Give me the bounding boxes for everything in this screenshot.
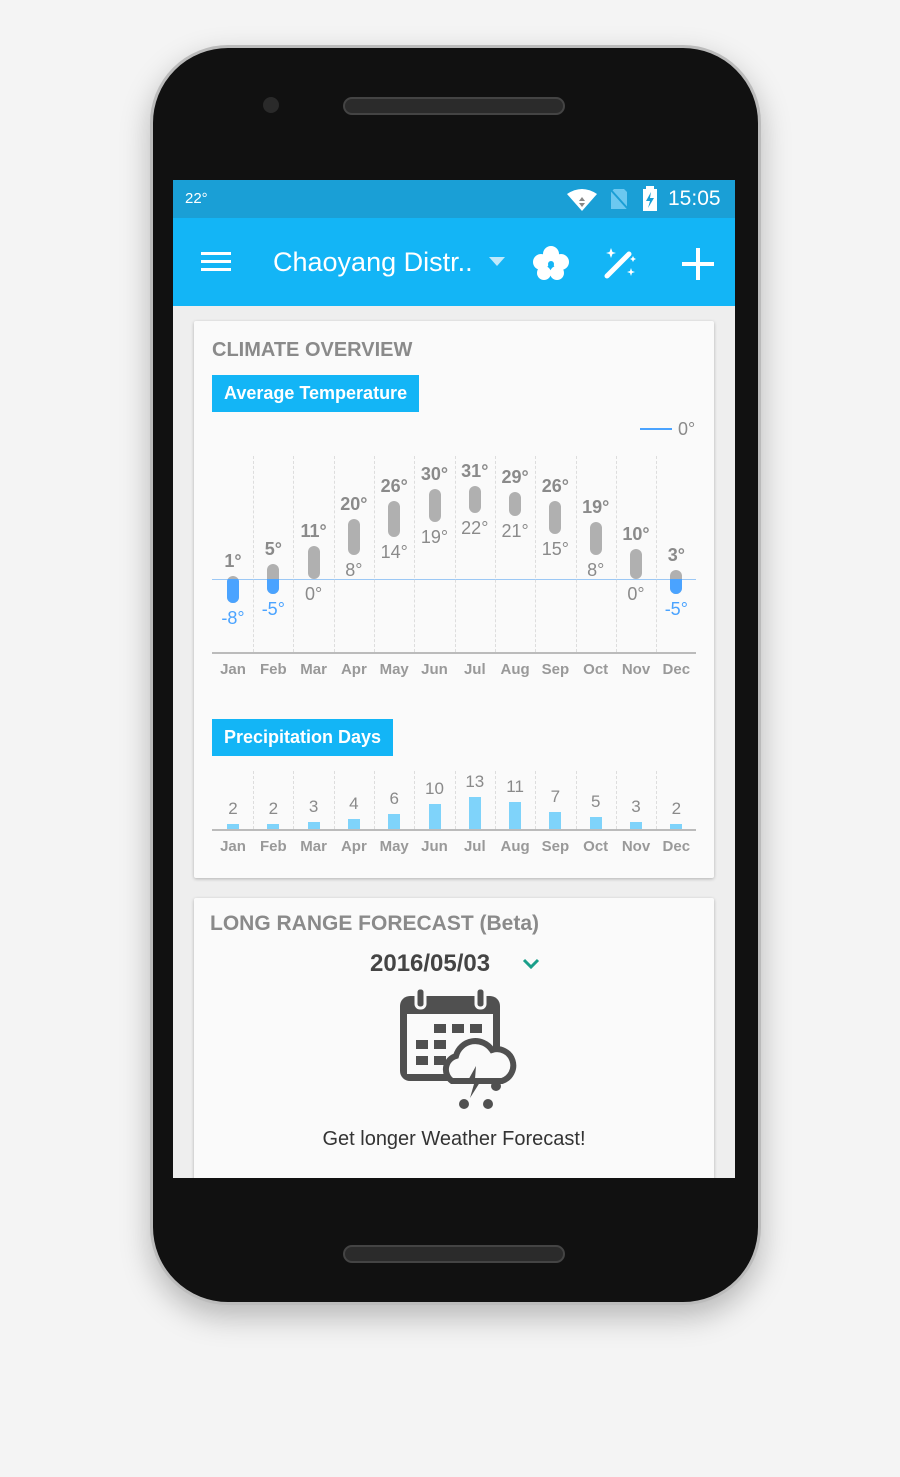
month-label: Jul	[463, 661, 486, 678]
grid-line	[293, 456, 295, 652]
high-label: 10°	[622, 524, 650, 544]
climate-overview-card: CLIMATE OVERVIEW Average Temperature 0° …	[194, 321, 714, 878]
below-zero-segment	[267, 579, 280, 594]
month-label: Jun	[421, 661, 448, 678]
month-label: Aug	[500, 838, 530, 855]
month-label: Aug	[500, 661, 530, 678]
precip-bar	[267, 824, 280, 829]
temp-bar	[630, 549, 642, 579]
precip-axis	[212, 829, 696, 831]
temp-bar	[549, 501, 562, 534]
magic-wand-icon[interactable]	[603, 246, 637, 280]
month-label: Apr	[340, 661, 367, 678]
high-label: 5°	[264, 539, 282, 559]
month-label: Feb	[259, 661, 287, 678]
high-label: 19°	[582, 497, 610, 517]
precip-bar	[549, 811, 562, 829]
speaker-bottom	[343, 1245, 565, 1263]
precip-bar	[670, 824, 683, 829]
precip-bar	[468, 796, 481, 829]
temp-bar	[227, 576, 239, 603]
toolbar: Chaoyang Distr..	[173, 218, 735, 306]
temp-bar	[428, 489, 441, 522]
add-icon[interactable]	[681, 247, 715, 281]
month-label: Mar	[300, 838, 327, 855]
precip-bar	[428, 804, 441, 829]
menu-icon[interactable]	[201, 251, 231, 273]
forecast-title: LONG RANGE FORECAST (Beta)	[210, 912, 540, 935]
month-label: Dec	[662, 661, 691, 678]
temp-bar	[589, 522, 602, 555]
month-label: Jan	[220, 661, 246, 678]
month-label: Oct	[583, 838, 609, 855]
month-label: Feb	[259, 838, 287, 855]
precip-bar	[307, 821, 320, 829]
low-label: -5°	[664, 599, 688, 619]
month-label: Mar	[300, 661, 327, 678]
temp-bar	[307, 546, 320, 579]
high-label: 20°	[340, 494, 368, 514]
month-label: Jan	[220, 838, 246, 855]
month-label: Sep	[541, 661, 570, 678]
clover-icon[interactable]	[533, 246, 569, 280]
high-label: 3°	[667, 545, 685, 565]
status-bar: 22° 15:05	[173, 180, 735, 218]
precip-bar	[589, 816, 602, 829]
screen: 22° 15:05 Chaoyang Distr.. CLIMATE OVERV…	[173, 180, 735, 1178]
month-label: Apr	[340, 838, 367, 855]
speaker-top	[343, 97, 565, 115]
wifi-icon	[567, 189, 597, 211]
precip-bar	[388, 814, 401, 829]
low-label: 15°	[541, 539, 569, 559]
month-label: Jul	[463, 838, 486, 855]
month-label: Sep	[541, 838, 570, 855]
precip-bar	[227, 824, 239, 829]
calendar-storm-icon	[400, 986, 517, 1109]
month-label: Nov	[621, 838, 651, 855]
below-zero-segment	[227, 579, 239, 603]
battery-charging-icon	[643, 186, 657, 211]
temp-bar	[267, 564, 280, 594]
grid-line	[575, 456, 577, 652]
camera	[263, 97, 279, 113]
month-label: Oct	[583, 661, 609, 678]
grid-line	[333, 456, 335, 652]
precip-bar	[509, 801, 522, 829]
precip-label: 2	[671, 799, 682, 818]
forecast-date[interactable]: 2016/05/03	[370, 950, 490, 978]
temp-bar	[468, 486, 481, 513]
month-label: Dec	[662, 838, 691, 855]
month-label: May	[379, 661, 409, 678]
month-label: Nov	[621, 661, 651, 678]
grid-line	[414, 456, 416, 652]
high-label: 26°	[541, 476, 569, 496]
temp-bar	[509, 492, 522, 516]
temp-bar	[670, 570, 683, 594]
dropdown-icon[interactable]	[489, 257, 505, 267]
precip-bar	[347, 819, 360, 829]
chevron-down-icon[interactable]	[522, 958, 540, 970]
temp-bar	[388, 501, 401, 537]
high-label: 11°	[300, 521, 327, 541]
status-time: 15:05	[668, 187, 721, 210]
grid-line	[454, 456, 456, 652]
long-range-forecast-card: LONG RANGE FORECAST (Beta) 2016/05/03 Ge…	[194, 898, 714, 1178]
grid-line	[615, 456, 617, 652]
month-label: Jun	[421, 838, 448, 855]
below-zero-segment	[670, 579, 683, 594]
low-label: 8°	[345, 560, 363, 580]
status-temperature: 22°	[185, 190, 208, 207]
location-title[interactable]: Chaoyang Distr..	[273, 247, 473, 278]
low-label: 8°	[587, 560, 605, 580]
temp-bar	[347, 519, 360, 555]
no-sim-icon	[609, 188, 629, 210]
forecast-message[interactable]: Get longer Weather Forecast!	[194, 1128, 714, 1151]
low-label: 0°	[304, 584, 323, 604]
climate-charts: 1° -8° Jan 2 Jan 5° -5° Feb 2 Feb 11° 0° Mar 3 Mar 20° 8…	[194, 321, 714, 878]
precip-bar	[630, 821, 642, 829]
month-label: May	[379, 838, 409, 855]
temp-axis	[212, 652, 696, 654]
